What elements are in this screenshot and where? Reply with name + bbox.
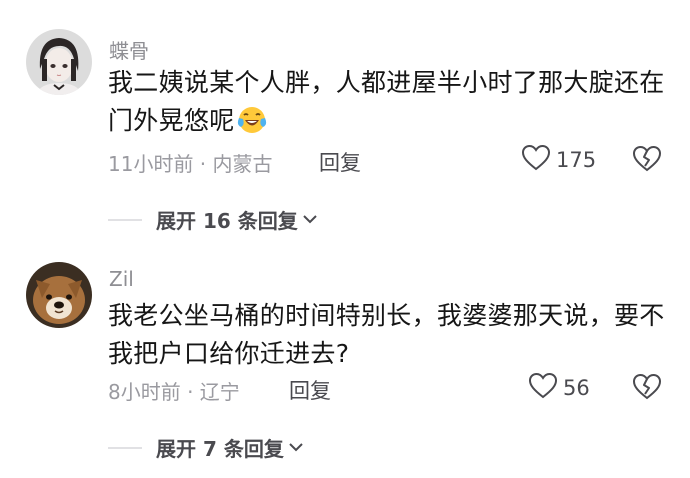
- expand-replies-button[interactable]: 展开 7 条回复: [108, 433, 304, 462]
- heart-outline-icon: [521, 144, 551, 176]
- like-count: 56: [563, 376, 590, 400]
- chevron-down-icon: [288, 438, 304, 457]
- expand-replies-label: 展开 16 条回复: [156, 209, 298, 233]
- chevron-down-icon: [302, 210, 318, 229]
- divider-line: [108, 446, 142, 449]
- like-button[interactable]: 175: [521, 144, 596, 176]
- comment-text: 我二姨说某个人胖，人都进屋半小时了那大腚还在门外晃悠呢: [108, 64, 678, 146]
- broken-heart-icon: [632, 373, 662, 405]
- broken-heart-icon: [632, 145, 662, 177]
- comment-text-content: 我二姨说某个人胖，人都进屋半小时了那大腚还在门外晃悠呢: [108, 68, 665, 135]
- username[interactable]: Zil: [109, 267, 134, 291]
- comment-meta: 11小时前 · 内蒙古: [108, 152, 273, 176]
- divider-line: [108, 218, 142, 221]
- dislike-button[interactable]: [632, 145, 662, 177]
- username[interactable]: 蝶骨: [109, 35, 149, 64]
- laughing-tears-emoji-icon: [237, 105, 267, 146]
- reply-button[interactable]: 回复: [319, 147, 361, 177]
- like-button[interactable]: 56: [528, 372, 590, 404]
- expand-replies-button[interactable]: 展开 16 条回复: [108, 205, 318, 234]
- expand-replies-label: 展开 7 条回复: [156, 437, 284, 461]
- heart-outline-icon: [528, 372, 558, 404]
- avatar[interactable]: [26, 29, 92, 95]
- like-count: 175: [556, 148, 597, 172]
- comment-text: 我老公坐马桶的时间特别长，我婆婆那天说，要不我把户口给你迁进去?: [108, 301, 665, 368]
- reply-button[interactable]: 回复: [289, 375, 331, 405]
- dislike-button[interactable]: [632, 373, 662, 405]
- avatar[interactable]: [26, 262, 92, 328]
- comment-meta: 8小时前 · 辽宁: [108, 380, 240, 404]
